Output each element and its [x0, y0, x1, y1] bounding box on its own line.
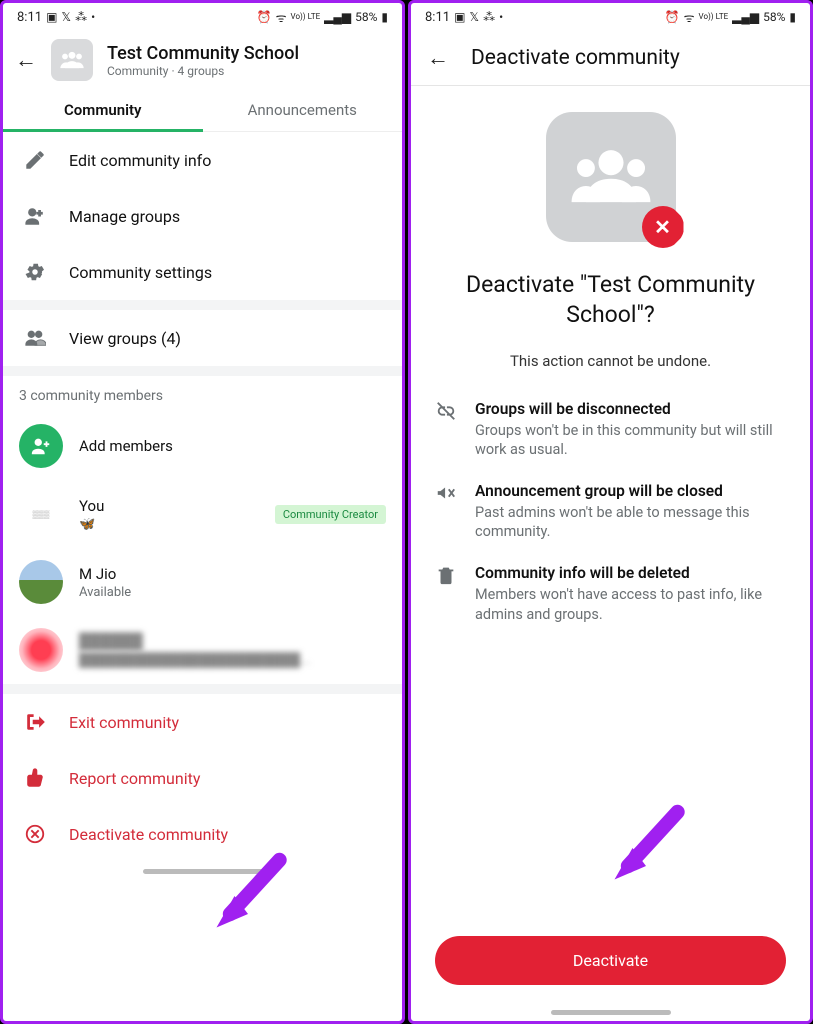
- member-name: You: [79, 497, 259, 515]
- gear-icon: [23, 260, 47, 284]
- community-subtitle: Community · 4 groups: [107, 64, 299, 78]
- person-add-icon: [23, 204, 47, 228]
- row-label: Exit community: [69, 713, 179, 732]
- member-name: ██████: [79, 632, 386, 650]
- tab-community[interactable]: Community: [3, 89, 203, 131]
- x-icon: 𝕏: [61, 10, 71, 24]
- row-report-community[interactable]: Report community: [3, 750, 402, 806]
- people-icon: [23, 326, 47, 350]
- battery-icon: ▮: [381, 10, 388, 24]
- tabs: Community Announcements: [3, 89, 402, 132]
- battery-pct: 58%: [763, 10, 785, 24]
- row-label: Deactivate community: [69, 825, 228, 844]
- confirm-subtitle: This action cannot be undone.: [435, 352, 786, 370]
- avatar-blurred: [19, 628, 63, 672]
- status-time: 8:11: [17, 10, 42, 25]
- confirm-title: Deactivate "Test Community School"?: [435, 270, 786, 330]
- bullet-heading: Community info will be deleted: [475, 564, 786, 582]
- alarm-icon: ⏰: [257, 10, 272, 24]
- bullet-heading: Groups will be disconnected: [475, 400, 786, 418]
- status-bar: 8:11 ▣ 𝕏 ⁂ • ⏰ ᯤ Vo)) LTE ▂▄▆ 58% ▮: [411, 3, 810, 31]
- bullet-body: Groups won't be in this community but wi…: [475, 421, 786, 460]
- status-time: 8:11: [425, 10, 450, 25]
- community-title: Test Community School: [107, 43, 299, 64]
- community-avatar-large: ✕: [546, 112, 676, 242]
- row-label: Edit community info: [69, 151, 211, 170]
- row-manage-groups[interactable]: Manage groups: [3, 188, 402, 244]
- screen-community-info: 8:11 ▣ 𝕏 ⁂ • ⏰ ᯤ Vo)) LTE ▂▄▆ 58% ▮ ← Te…: [0, 0, 405, 1024]
- nav-bar: [3, 862, 402, 880]
- bullet-announcement-closed: Announcement group will be closed Past a…: [435, 482, 786, 542]
- member-name: M Jio: [79, 565, 386, 583]
- deactivate-icon: [23, 822, 47, 846]
- community-avatar[interactable]: [51, 39, 93, 81]
- nav-bar: [411, 1003, 810, 1021]
- wifi-icon: ᯤ: [684, 9, 695, 26]
- add-person-icon: [19, 424, 63, 468]
- row-community-settings[interactable]: Community settings: [3, 244, 402, 300]
- member-row-you[interactable]: ▒▒▒ You 🦋 Community Creator: [3, 480, 402, 548]
- page-title: Deactivate community: [471, 46, 680, 70]
- unlink-icon: [435, 400, 457, 422]
- row-add-members[interactable]: Add members: [3, 412, 402, 480]
- bullet-body: Members won't have access to past info, …: [475, 585, 786, 624]
- screen-deactivate-confirm: 8:11 ▣ 𝕏 ⁂ • ⏰ ᯤ Vo)) LTE ▂▄▆ 58% ▮ ← De…: [408, 0, 813, 1024]
- row-label: View groups (4): [69, 329, 181, 348]
- back-button[interactable]: ←: [427, 45, 449, 71]
- row-label: Report community: [69, 769, 200, 788]
- alarm-icon: ⏰: [665, 10, 680, 24]
- app-header: ← Test Community School Community · 4 gr…: [3, 31, 402, 89]
- bullet-heading: Announcement group will be closed: [475, 482, 786, 500]
- lte-label: Vo)) LTE: [699, 13, 729, 21]
- creator-badge: Community Creator: [275, 505, 386, 524]
- bullet-info-deleted: Community info will be deleted Members w…: [435, 564, 786, 624]
- button-label: Deactivate: [573, 951, 648, 970]
- member-status: 🦋: [79, 517, 259, 532]
- row-label: Community settings: [69, 263, 212, 282]
- gallery-icon: ▣: [454, 10, 465, 24]
- battery-icon: ▮: [789, 10, 796, 24]
- member-row-redacted[interactable]: ██████ ████████████████████████...: [3, 616, 402, 684]
- avatar: [19, 560, 63, 604]
- row-deactivate-community[interactable]: Deactivate community: [3, 806, 402, 862]
- battery-pct: 58%: [355, 10, 377, 24]
- bullet-list: Groups will be disconnected Groups won't…: [435, 400, 786, 624]
- pencil-icon: [23, 148, 47, 172]
- gallery-icon: ▣: [46, 10, 57, 24]
- signal-icon: ▂▄▆: [324, 10, 351, 24]
- exit-icon: [23, 710, 47, 734]
- dot-icon: •: [91, 10, 95, 24]
- deactivate-button[interactable]: Deactivate: [435, 936, 786, 985]
- back-button[interactable]: ←: [15, 47, 37, 73]
- page-header: ← Deactivate community: [411, 31, 810, 85]
- member-status: ████████████████████████...: [79, 652, 386, 668]
- add-members-label: Add members: [79, 437, 386, 455]
- x-icon: 𝕏: [469, 10, 479, 24]
- lte-label: Vo)) LTE: [291, 13, 321, 21]
- members-section-label: 3 community members: [3, 376, 402, 412]
- status-bar: 8:11 ▣ 𝕏 ⁂ • ⏰ ᯤ Vo)) LTE ▂▄▆ 58% ▮: [3, 3, 402, 31]
- tab-announcements[interactable]: Announcements: [203, 89, 403, 131]
- row-label: Manage groups: [69, 207, 180, 226]
- row-view-groups[interactable]: View groups (4): [3, 310, 402, 366]
- row-edit-community[interactable]: Edit community info: [3, 132, 402, 188]
- trash-icon: [435, 564, 457, 586]
- member-status: Available: [79, 585, 386, 600]
- row-exit-community[interactable]: Exit community: [3, 694, 402, 750]
- signal-icon: ▂▄▆: [732, 10, 759, 24]
- antenna-icon: ⁂: [483, 10, 495, 24]
- antenna-icon: ⁂: [75, 10, 87, 24]
- bullet-disconnect: Groups will be disconnected Groups won't…: [435, 400, 786, 460]
- megaphone-mute-icon: [435, 482, 457, 504]
- dot-icon: •: [499, 10, 503, 24]
- wifi-icon: ᯤ: [276, 9, 287, 26]
- bullet-body: Past admins won't be able to message thi…: [475, 503, 786, 542]
- avatar: ▒▒▒: [19, 492, 63, 536]
- thumbs-down-icon: [23, 766, 47, 790]
- member-row[interactable]: M Jio Available: [3, 548, 402, 616]
